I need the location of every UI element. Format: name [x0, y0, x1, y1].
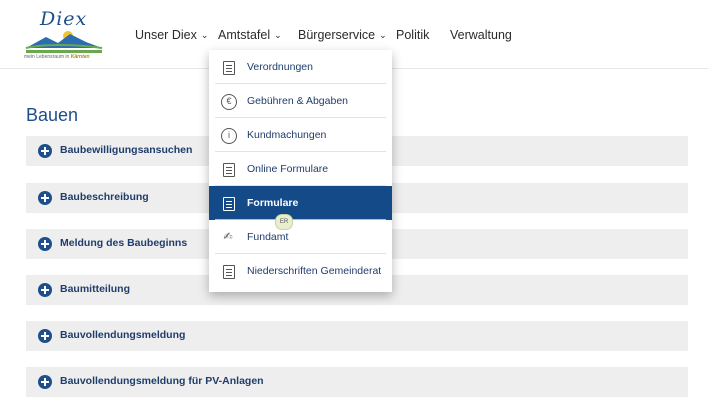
plus-circle-icon [38, 283, 52, 297]
plus-circle-icon [38, 237, 52, 251]
site-logo[interactable]: Diex mein Lebensraum in Kärnten [24, 8, 116, 62]
amtstafel-dropdown-menu: Verordnungen € Gebühren & Abgaben i Kund… [209, 50, 392, 292]
form-icon [223, 163, 235, 177]
logo-tagline: mein Lebensraum in Kärnten [24, 54, 90, 60]
accordion-label: Bauvollendungsmeldung für PV-Anlagen [60, 375, 264, 387]
chevron-down-icon: ⌄ [274, 30, 282, 40]
accordion-label: Baumitteilung [60, 283, 130, 295]
page-title: Bauen [26, 105, 79, 125]
nav-item-politik[interactable]: Politik [396, 28, 429, 42]
plus-circle-icon [38, 191, 52, 205]
plus-circle-icon [38, 329, 52, 343]
chevron-down-icon: ⌄ [200, 30, 209, 40]
euro-icon: € [221, 94, 237, 110]
logo-wordmark: Diex [40, 8, 88, 30]
menu-item-fundamt[interactable]: ✍ Fundamt [209, 220, 392, 254]
menu-item-gebuehren-abgaben[interactable]: € Gebühren & Abgaben [209, 84, 392, 118]
nav-item-unser-diex[interactable]: Unser Diex ⌄ [135, 28, 208, 42]
menu-item-online-formulare[interactable]: Online Formulare [209, 152, 392, 186]
menu-item-niederschriften-gemeinderat[interactable]: Niederschriften Gemeinderat [209, 254, 392, 288]
document-icon [223, 197, 235, 211]
accordion-label: Baubeschreibung [60, 191, 149, 203]
nav-item-verwaltung[interactable]: Verwaltung [450, 28, 512, 42]
document-icon [223, 61, 235, 75]
accordion-label: Meldung des Baubeginns [60, 237, 188, 249]
document-icon [223, 265, 235, 279]
menu-item-kundmachungen[interactable]: i Kundmachungen [209, 118, 392, 152]
chevron-down-icon: ⌄ [379, 30, 387, 40]
nav-item-buergerservice[interactable]: Bürgerservice ⌄ [298, 28, 387, 42]
mountain-logo-icon [25, 31, 103, 53]
accordion-label: Bauvollendungsmeldung [60, 329, 186, 341]
menu-item-formulare[interactable]: Formulare [209, 186, 392, 220]
accordion-item-bauvollendungsmeldung-pv[interactable]: Bauvollendungsmeldung für PV-Anlagen [26, 367, 688, 397]
info-icon: i [221, 128, 237, 144]
plus-circle-icon [38, 144, 52, 158]
menu-item-verordnungen[interactable]: Verordnungen [209, 50, 392, 84]
cursor-badge: ER [275, 214, 293, 230]
hand-icon: ✍ [223, 231, 233, 243]
accordion-item-bauvollendungsmeldung[interactable]: Bauvollendungsmeldung [26, 321, 688, 351]
accordion-label: Baubewilligungsansuchen [60, 144, 193, 156]
nav-item-amtstafel[interactable]: Amtstafel ⌄ [218, 28, 284, 52]
plus-circle-icon [38, 375, 52, 389]
